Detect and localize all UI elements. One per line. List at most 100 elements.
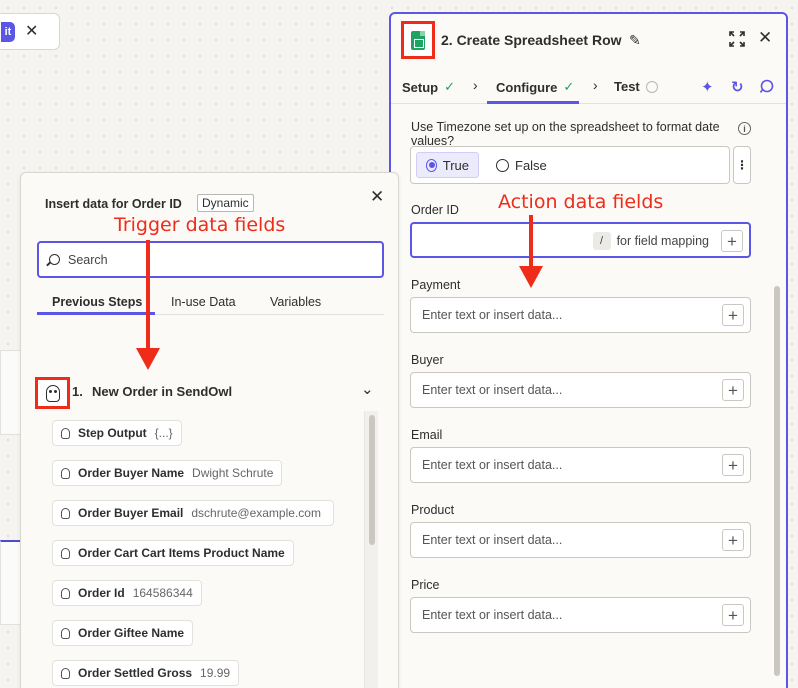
annotation-trigger-data-fields: Trigger data fields (114, 214, 286, 236)
owl-icon (61, 667, 70, 679)
radio-selected-icon (426, 158, 437, 172)
radio-true[interactable]: True (416, 152, 479, 178)
canvas-node-faint (0, 350, 22, 435)
order-id-input[interactable]: / for field mapping + (410, 222, 751, 258)
close-icon[interactable]: ✕ (370, 187, 384, 207)
chevron-right-icon: › (593, 77, 598, 93)
annotation-arrowhead-trigger (136, 348, 160, 370)
tab-test-label: Test (614, 79, 640, 94)
step-editor-panel: 2. Create Spreadsheet Row ✎ ✕ Setup ✓ › … (389, 12, 788, 688)
step-group-header[interactable]: 1. New Order in SendOwl ⌄ (35, 377, 385, 409)
tab-in-use-data[interactable]: In-use Data (171, 295, 236, 309)
insert-data-plus-button[interactable]: + (722, 604, 744, 626)
insert-data-plus-button[interactable]: + (721, 230, 743, 252)
annotation-arrowhead-action (519, 266, 543, 288)
owl-icon (61, 547, 70, 559)
data-item-order-settled-gross[interactable]: Order Settled Gross 19.99 (52, 660, 240, 686)
product-placeholder: Enter text or insert data... (422, 533, 563, 547)
step-name: New Order in SendOwl (92, 384, 233, 399)
panel-scrollbar[interactable] (774, 286, 780, 676)
radio-false[interactable]: False (487, 152, 556, 178)
tab-test[interactable]: Test (614, 79, 658, 94)
data-item-label: Order Buyer Name (78, 466, 185, 480)
tab-previous-steps[interactable]: Previous Steps (52, 295, 142, 309)
owl-icon (61, 427, 70, 439)
insert-data-tabs: Previous Steps In-use Data Variables (37, 293, 384, 315)
payment-input[interactable]: Enter text or insert data... + (410, 297, 751, 333)
insert-data-plus-button[interactable]: + (722, 454, 744, 476)
field-label-price: Price (411, 578, 440, 592)
chevron-down-icon[interactable]: ⌄ (361, 380, 374, 398)
search-icon (49, 254, 60, 265)
data-item-label: Order Buyer Email (78, 506, 184, 520)
tab-variables[interactable]: Variables (270, 295, 321, 309)
expand-icon[interactable] (728, 30, 746, 48)
data-item-order-id[interactable]: Order Id 164586344 (52, 580, 202, 606)
price-input[interactable]: Enter text or insert data... + (410, 597, 751, 633)
field-label-buyer: Buyer (411, 353, 444, 367)
info-icon[interactable]: i (738, 122, 751, 135)
annotation-arrow-action (529, 215, 533, 267)
price-placeholder: Enter text or insert data... (422, 608, 563, 622)
spreadsheet-icon (411, 30, 425, 50)
data-item-step-output[interactable]: Step Output {...} (52, 420, 182, 446)
owl-icon (61, 507, 70, 519)
data-item-label: Step Output (78, 426, 147, 440)
tab-configure-label: Configure (496, 79, 558, 95)
owl-icon (61, 627, 70, 639)
sendowl-app-icon (35, 377, 70, 409)
pencil-icon[interactable]: ✎ (629, 32, 641, 49)
data-item-value: Dwight Schrute (192, 466, 274, 480)
check-icon: ✓ (563, 79, 575, 94)
email-input[interactable]: Enter text or insert data... + (410, 447, 751, 483)
sparkle-ai-icon[interactable]: ✦ (701, 78, 714, 96)
data-item-label: Order Giftee Name (78, 626, 185, 640)
tab-setup[interactable]: Setup ✓ (402, 79, 455, 95)
step-number: 1. (72, 384, 83, 399)
field-mapping-hint-text: for field mapping (616, 234, 709, 248)
canvas-mini-toolbar: it ✕ (0, 13, 60, 50)
refresh-icon[interactable]: ↻ (731, 78, 744, 96)
buyer-placeholder: Enter text or insert data... (422, 383, 563, 397)
data-item-order-giftee-name[interactable]: Order Giftee Name (52, 620, 194, 646)
pending-circle-icon (645, 80, 658, 93)
close-icon[interactable]: ✕ (25, 23, 38, 40)
timezone-question: Use Timezone set up on the spreadsheet t… (411, 120, 720, 148)
data-item-label: Order Settled Gross (78, 666, 193, 680)
buyer-input[interactable]: Enter text or insert data... + (410, 372, 751, 408)
data-item-order-buyer-email[interactable]: Order Buyer Email dschrute@example.com (52, 500, 334, 526)
edit-pill-button[interactable]: it (1, 21, 15, 42)
list-scrollbar[interactable] (369, 415, 375, 545)
insert-data-plus-button[interactable]: + (722, 529, 744, 551)
field-mapping-hint: / for field mapping (592, 232, 709, 250)
more-options-button[interactable]: ⋮ (733, 146, 751, 184)
insert-data-title: Insert data for Order ID (45, 197, 182, 211)
field-label-email: Email (411, 428, 443, 442)
close-panel-icon[interactable]: ✕ (758, 28, 772, 48)
timezone-radio-group: True False (410, 146, 730, 184)
data-item-value: 164586344 (132, 586, 193, 600)
search-input[interactable]: Search (37, 241, 384, 278)
field-label-payment: Payment (411, 278, 461, 292)
product-input[interactable]: Enter text or insert data... + (410, 522, 751, 558)
insert-data-plus-button[interactable]: + (722, 304, 744, 326)
data-item-order-buyer-name[interactable]: Order Buyer Name Dwight Schrute (52, 460, 283, 486)
google-sheets-app-icon (401, 21, 435, 59)
insert-data-panel: Insert data for Order ID Dynamic ✕ Searc… (20, 172, 399, 688)
comment-icon[interactable] (759, 79, 774, 94)
check-icon: ✓ (444, 79, 456, 94)
tab-configure[interactable]: Configure ✓ (496, 79, 574, 95)
annotation-action-data-fields: Action data fields (498, 191, 664, 213)
field-label-order-id: Order ID (411, 203, 459, 217)
insert-data-plus-button[interactable]: + (722, 379, 744, 401)
owl-icon (61, 467, 70, 479)
data-item-label: Order Cart Cart Items Product Name (78, 546, 285, 560)
radio-true-label: True (442, 157, 469, 173)
data-item-value: {...} (154, 426, 173, 440)
owl-icon (45, 384, 60, 402)
field-label-product: Product (411, 503, 455, 517)
panel-header: 2. Create Spreadsheet Row ✎ ✕ (391, 14, 786, 69)
step-tabs: Setup ✓ › Configure ✓ › Test ✦ ↻ (391, 69, 786, 104)
data-item-order-cart-items-product-name[interactable]: Order Cart Cart Items Product Name (52, 540, 294, 566)
slash-key: / (592, 232, 611, 250)
